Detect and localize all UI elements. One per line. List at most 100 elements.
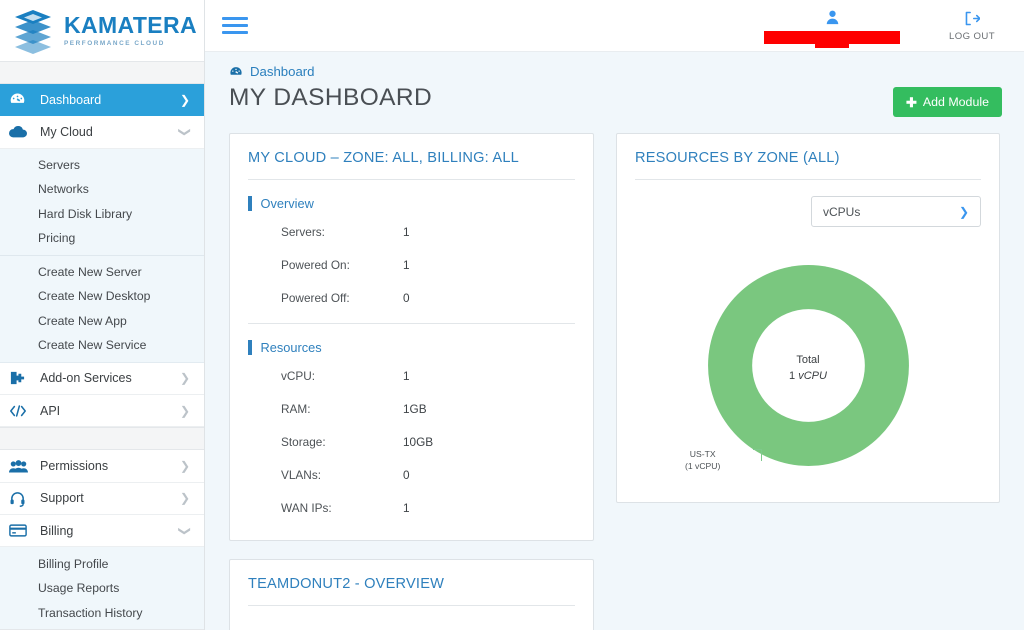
donut-center-label: Total 1 vCPU: [789, 353, 827, 385]
sidebar-item-permissions[interactable]: Permissions ❯: [0, 450, 204, 483]
sidebar-spacer-2: [0, 427, 204, 451]
stat-value: 10GB: [403, 434, 434, 449]
sidebar-item-add-on-services[interactable]: Add-on Services ❯: [0, 362, 204, 396]
brand-name: KAMATERA: [63, 12, 198, 38]
sidebar-item-my-cloud[interactable]: My Cloud ❯: [0, 116, 204, 149]
user-account-menu[interactable]: [764, 8, 900, 44]
chevron-down-icon: ❯: [177, 525, 192, 536]
sidebar-item-dashboard[interactable]: Dashboard ❯: [0, 83, 204, 117]
stat-label: vCPU:: [281, 368, 316, 383]
page-title-row: MY DASHBOARD ✚ Add Module: [229, 84, 1002, 117]
sidebar-subitem-create-new-app[interactable]: Create New App: [0, 309, 204, 334]
sidebar-item-billing[interactable]: Billing ❯: [0, 515, 204, 548]
sidebar-item-label: My Cloud: [40, 124, 93, 139]
resources-donut-chart: Total 1 vCPU US-TX (1 vCPU): [635, 243, 981, 488]
stat-label: VLANs:: [281, 467, 321, 482]
chevron-right-icon: ❯: [179, 459, 190, 474]
username-redacted: [764, 30, 900, 44]
sidebar-subitem-create-new-service[interactable]: Create New Service: [0, 333, 204, 358]
my-cloud-card: MY CLOUD – ZONE: ALL, BILLING: ALL Overv…: [229, 133, 594, 541]
sidebar-subitem-billing-profile[interactable]: Billing Profile: [0, 551, 204, 576]
credit-card-icon: [9, 522, 31, 540]
stat-label: Powered On:: [281, 257, 350, 272]
page-header: Dashboard MY DASHBOARD ✚ Add Module: [205, 52, 1024, 125]
sidebar-item-label: Add-on Services: [40, 371, 132, 386]
code-brackets-icon: [9, 402, 31, 420]
donut-slice-name: US-TX: [689, 449, 716, 459]
sidebar-subitem-hard-disk-library[interactable]: Hard Disk Library: [0, 202, 204, 227]
table-row: VLANs: 0: [248, 458, 575, 491]
sidebar-subitem-usage-reports[interactable]: Usage Reports: [0, 576, 204, 601]
chevron-right-icon: ❯: [179, 403, 190, 418]
stat-label: Storage:: [281, 434, 326, 449]
headset-icon: [9, 489, 31, 507]
main-area: LOG OUT Dashboard MY DASHBOARD ✚ Add Mod…: [205, 0, 1024, 630]
section-accent-bar: [248, 340, 252, 355]
divider: [635, 179, 981, 180]
table-row: Powered Off: 0: [248, 281, 575, 314]
resources-by-zone-card: RESOURCES BY ZONE (ALL) vCPUs ❯ Total 1 …: [616, 133, 1000, 503]
sidebar-item-support[interactable]: Support ❯: [0, 482, 204, 516]
table-row: Storage: 10GB: [248, 425, 575, 458]
dashboard-column-right: RESOURCES BY ZONE (ALL) vCPUs ❯ Total 1 …: [616, 133, 1000, 630]
breadcrumb[interactable]: Dashboard: [229, 64, 1002, 79]
hamburger-menu-icon[interactable]: [222, 17, 248, 34]
resources-section-title: Resources: [260, 340, 322, 355]
sidebar-item-label: Dashboard: [40, 92, 102, 107]
table-row: Powered On: 1: [248, 248, 575, 281]
my-cloud-submenu: Servers Networks Hard Disk Library Prici…: [0, 148, 204, 363]
stat-value: 1: [403, 368, 410, 383]
app-root: KAMATERA PERFORMANCE CLOUD Dashboard ❯ M…: [0, 0, 1024, 630]
brand-logo[interactable]: KAMATERA PERFORMANCE CLOUD: [0, 0, 204, 61]
donut-total-number: 1: [789, 369, 796, 382]
sidebar-subitem-create-new-desktop[interactable]: Create New Desktop: [0, 284, 204, 309]
dashboard-grid: MY CLOUD – ZONE: ALL, BILLING: ALL Overv…: [205, 125, 1024, 630]
submenu-divider: [0, 254, 204, 256]
section-accent-bar: [248, 196, 252, 211]
dashboard-gauge-icon: [229, 65, 243, 79]
donut-slice-value: (1 vCPU): [685, 461, 721, 472]
logout-icon: [964, 9, 980, 28]
stat-label: RAM:: [281, 401, 311, 416]
billing-submenu: Billing Profile Usage Reports Transactio…: [0, 547, 204, 629]
stat-value: 1: [403, 224, 410, 239]
sidebar-item-label: Permissions: [40, 459, 109, 474]
stat-value: 1: [403, 257, 410, 272]
sidebar-subitem-pricing[interactable]: Pricing: [0, 226, 204, 251]
topbar: LOG OUT: [205, 0, 1024, 52]
overview-section-title: Overview: [260, 196, 314, 211]
stat-value: 0: [403, 467, 410, 482]
plus-icon: ✚: [905, 94, 917, 110]
divider: [248, 179, 575, 180]
brand-tagline: PERFORMANCE CLOUD: [63, 40, 165, 47]
sidebar-subitem-create-new-server[interactable]: Create New Server: [0, 260, 204, 285]
logout-button[interactable]: LOG OUT: [942, 9, 1002, 42]
cloud-icon: [9, 123, 31, 141]
table-row: Servers: 1: [248, 215, 575, 248]
chevron-down-icon: ❯: [958, 204, 969, 219]
user-icon: [826, 8, 839, 27]
divider: [248, 323, 575, 324]
breadcrumb-label: Dashboard: [250, 64, 315, 79]
donut-total-label: Total: [796, 354, 820, 366]
sidebar-subitem-transaction-history[interactable]: Transaction History: [0, 600, 204, 625]
chevron-right-icon: ❯: [179, 92, 190, 107]
resources-by-zone-title: RESOURCES BY ZONE (ALL): [635, 150, 840, 166]
chevron-right-icon: ❯: [179, 371, 190, 386]
table-row: vCPU: 1: [248, 359, 575, 392]
donut-total-value: 1 vCPU: [789, 369, 827, 385]
sidebar-subitem-networks[interactable]: Networks: [0, 177, 204, 202]
sidebar-item-api[interactable]: API ❯: [0, 395, 204, 428]
chevron-right-icon: ❯: [179, 491, 190, 506]
sidebar: KAMATERA PERFORMANCE CLOUD Dashboard ❯ M…: [0, 0, 205, 630]
stat-label: Servers:: [281, 224, 325, 239]
sidebar-item-label: Billing: [40, 523, 74, 538]
metric-select[interactable]: vCPUs ❯: [811, 196, 981, 227]
puzzle-plug-icon: [9, 369, 31, 387]
donut-slice-label: US-TX (1 vCPU): [685, 448, 720, 473]
my-cloud-card-title: MY CLOUD – ZONE: ALL, BILLING: ALL: [248, 150, 519, 166]
sidebar-subitem-servers[interactable]: Servers: [0, 153, 204, 178]
logout-label: LOG OUT: [949, 31, 995, 42]
stat-value: 0: [403, 290, 410, 305]
add-module-button[interactable]: ✚ Add Module: [892, 87, 1002, 117]
